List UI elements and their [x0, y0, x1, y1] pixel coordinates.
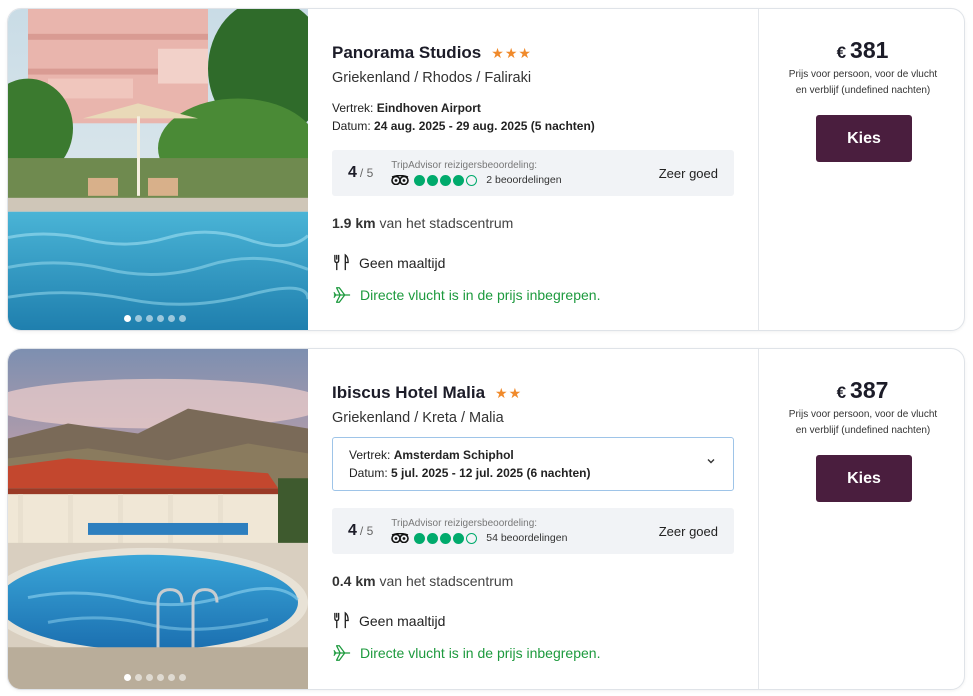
- tripadvisor-label: TripAdvisor reizigersbeoordeling:: [391, 160, 538, 171]
- direct-flight-text: Directe vlucht is in de prijs inbegrepen…: [360, 287, 601, 303]
- review-count[interactable]: 54 beoordelingen: [486, 532, 567, 544]
- meal-text: Geen maaltijd: [359, 612, 446, 629]
- star-rating-icon: ★★★: [491, 44, 532, 61]
- direct-flight-info: Directe vlucht is in de prijs inbegrepen…: [332, 644, 600, 662]
- price: €381: [759, 37, 964, 64]
- airplane-icon: [333, 645, 351, 661]
- departure-label: Vertrek:: [332, 101, 374, 115]
- carousel-dot[interactable]: [135, 674, 142, 681]
- direct-flight-info: Directe vlucht is in de prijs inbegrepen…: [332, 286, 600, 304]
- review-count[interactable]: 2 beoordelingen: [486, 174, 561, 186]
- bubble-filled-icon: [440, 532, 452, 544]
- distance-to-center: 1.9 km van het stadscentrum: [332, 215, 513, 231]
- hotel-photo-image: [8, 9, 308, 330]
- bubble-filled-icon: [427, 532, 439, 544]
- tripadvisor-rating: TripAdvisor reizigersbeoordeling:: [391, 160, 561, 186]
- meal-plan: Geen maaltijd: [332, 611, 445, 630]
- hotel-photo[interactable]: [8, 349, 308, 689]
- hotel-name-row: Panorama Studios ★★★: [332, 43, 532, 63]
- bubble-filled-icon: [440, 174, 452, 186]
- hotel-location: Griekenland / Kreta / Malia: [332, 410, 504, 426]
- tripadvisor-rating: TripAdvisor reizigersbeoordeling:: [391, 518, 567, 544]
- bubble-filled-icon: [427, 174, 439, 186]
- carousel-dot[interactable]: [179, 315, 186, 322]
- distance-value: 0.4 km: [332, 573, 376, 589]
- photo-carousel-dots[interactable]: [124, 315, 186, 322]
- hotel-info: Ibiscus Hotel Malia ★★ Griekenland / Kre…: [308, 349, 759, 689]
- flight-selector[interactable]: Vertrek: Amsterdam Schiphol Datum: 5 jul…: [332, 437, 734, 491]
- distance-to-center: 0.4 km van het stadscentrum: [332, 573, 513, 589]
- carousel-dot[interactable]: [146, 315, 153, 322]
- chevron-down-icon[interactable]: [705, 455, 717, 467]
- departure-label: Vertrek:: [349, 448, 391, 462]
- airplane-icon: [333, 287, 351, 303]
- carousel-dot[interactable]: [124, 674, 131, 681]
- currency-symbol: €: [836, 383, 847, 402]
- rating-bubbles: [414, 174, 478, 186]
- carousel-dot[interactable]: [179, 674, 186, 681]
- rating-scale: / 5: [359, 524, 374, 538]
- direct-flight-text: Directe vlucht is in de prijs inbegrepen…: [360, 645, 601, 661]
- fork-knife-icon: [334, 253, 349, 271]
- tripadvisor-label: TripAdvisor reizigersbeoordeling:: [391, 518, 538, 529]
- fork-knife-icon: [334, 611, 349, 629]
- hotel-name-row: Ibiscus Hotel Malia ★★: [332, 383, 522, 403]
- departure-airport: Eindhoven Airport: [376, 101, 481, 115]
- carousel-dot[interactable]: [157, 674, 164, 681]
- hotel-location: Griekenland / Rhodos / Faliraki: [332, 70, 532, 86]
- price-column: €381 Prijs voor persoon, voor de vlucht …: [758, 9, 964, 330]
- rating-verdict: Zeer goed: [658, 523, 718, 539]
- rating-box: 4 / 5 TripAdvisor reizigersbeoordeling:: [332, 150, 734, 196]
- bubble-filled-icon: [453, 532, 465, 544]
- travel-dates: 5 jul. 2025 - 12 jul. 2025 (6 nachten): [391, 466, 591, 480]
- price: €387: [759, 377, 964, 404]
- departure-airport: Amsterdam Schiphol: [393, 448, 514, 462]
- carousel-dot[interactable]: [124, 315, 131, 322]
- bubble-filled-icon: [453, 174, 465, 186]
- meal-plan: Geen maaltijd: [332, 253, 445, 272]
- photo-carousel-dots[interactable]: [124, 674, 186, 681]
- price-note: Prijs voor persoon, voor de vlucht en ve…: [788, 69, 938, 96]
- price-amount: 387: [850, 377, 889, 403]
- currency-symbol: €: [836, 43, 847, 62]
- hotel-name[interactable]: Panorama Studios: [332, 43, 481, 63]
- distance-text: van het stadscentrum: [379, 573, 514, 589]
- bubble-empty-icon: [466, 174, 478, 186]
- price-note: Prijs voor persoon, voor de vlucht en ve…: [788, 409, 938, 436]
- carousel-dot[interactable]: [135, 315, 142, 322]
- carousel-dot[interactable]: [146, 674, 153, 681]
- hotel-photo[interactable]: [8, 9, 308, 330]
- tripadvisor-owl-icon: [391, 175, 410, 185]
- flight-details: Vertrek: Eindhoven Airport Datum: 24 aug…: [332, 99, 595, 135]
- carousel-dot[interactable]: [157, 315, 164, 322]
- price-column: €387 Prijs voor persoon, voor de vlucht …: [758, 349, 964, 689]
- hotel-card-ibiscus-hotel-malia: Ibiscus Hotel Malia ★★ Griekenland / Kre…: [7, 348, 965, 690]
- hotel-card-panorama-studios: Panorama Studios ★★★ Griekenland / Rhodo…: [7, 8, 965, 331]
- star-rating-icon: ★★: [495, 384, 523, 401]
- bubble-filled-icon: [414, 532, 426, 544]
- rating-verdict: Zeer goed: [658, 165, 718, 181]
- tripadvisor-owl-icon: [391, 533, 410, 543]
- distance-text: van het stadscentrum: [379, 215, 514, 231]
- distance-value: 1.9 km: [332, 215, 376, 231]
- rating-bubbles: [414, 532, 478, 544]
- bubble-empty-icon: [466, 532, 478, 544]
- rating-score: 4: [348, 522, 357, 539]
- bubble-filled-icon: [414, 174, 426, 186]
- travel-dates: 24 aug. 2025 - 29 aug. 2025 (5 nachten): [374, 119, 595, 133]
- rating-box: 4 / 5 TripAdvisor reizigersbeoordeling:: [332, 508, 734, 554]
- meal-text: Geen maaltijd: [359, 254, 446, 271]
- rating-score: 4: [348, 164, 357, 181]
- date-label: Datum:: [332, 119, 371, 133]
- carousel-dot[interactable]: [168, 674, 175, 681]
- carousel-dot[interactable]: [168, 315, 175, 322]
- date-label: Datum:: [349, 466, 388, 480]
- select-button[interactable]: Kies: [816, 455, 912, 502]
- select-button[interactable]: Kies: [816, 115, 912, 162]
- hotel-name[interactable]: Ibiscus Hotel Malia: [332, 383, 485, 403]
- hotel-info: Panorama Studios ★★★ Griekenland / Rhodo…: [308, 9, 759, 330]
- hotel-photo-image: [8, 349, 308, 689]
- rating-scale: / 5: [359, 166, 374, 180]
- price-amount: 381: [850, 37, 889, 63]
